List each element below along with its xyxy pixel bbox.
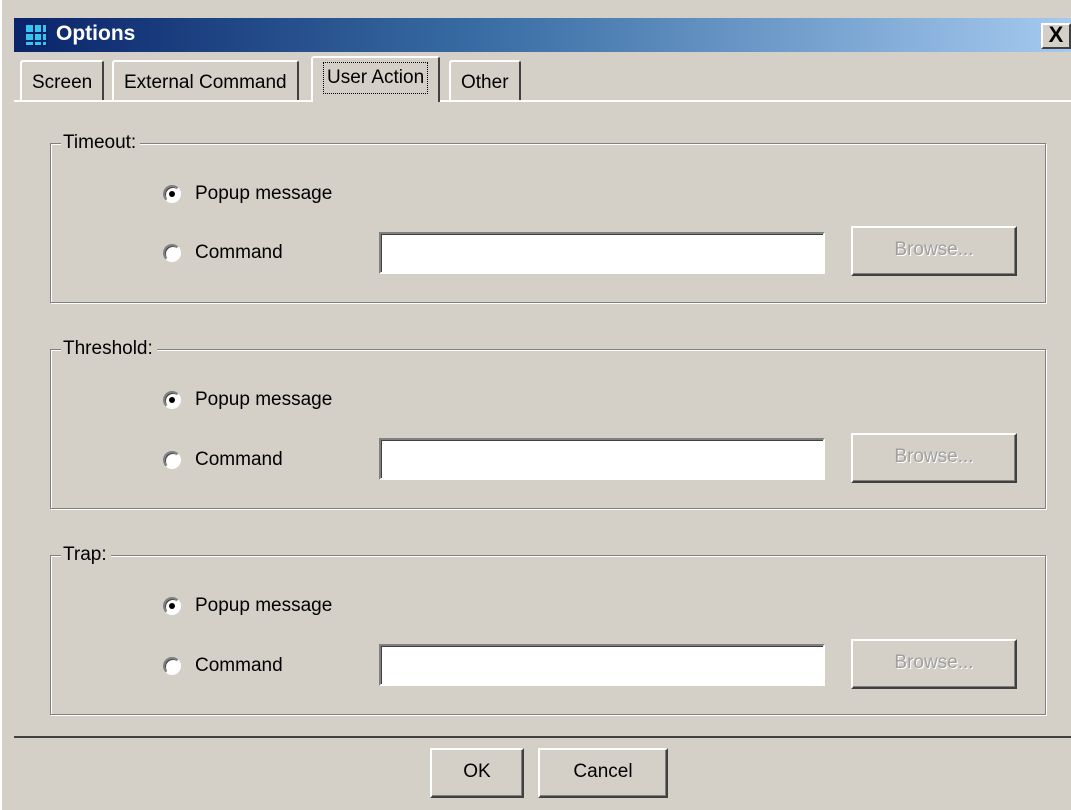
trap-command-input[interactable] (379, 644, 825, 686)
radio-label: Popup message (195, 595, 333, 616)
tab-other[interactable]: Other (449, 60, 521, 100)
radio-checked-icon (163, 391, 181, 409)
group-legend: Trap: (61, 543, 111, 567)
tab-label: User Action (323, 62, 429, 94)
radio-unchecked-icon (163, 451, 181, 469)
radio-checked-icon (163, 185, 181, 203)
timeout-command-input[interactable] (379, 232, 825, 274)
radio-label: Command (195, 449, 283, 470)
threshold-group: Threshold: Popup message Command Browse.… (50, 337, 1046, 509)
tab-user-action[interactable]: User Action (311, 56, 441, 102)
ok-button[interactable]: OK (430, 748, 524, 798)
group-legend: Threshold: (61, 337, 157, 361)
radio-label: Popup message (195, 389, 333, 410)
window-title: Options (56, 22, 136, 45)
threshold-command-input[interactable] (379, 438, 825, 480)
tab-label: External Command (124, 72, 287, 93)
radio-label: Command (195, 242, 283, 263)
radio-unchecked-icon (163, 657, 181, 675)
close-icon: X (1048, 22, 1064, 47)
tab-label: Other (461, 72, 509, 93)
radio-checked-icon (163, 597, 181, 615)
tab-screen[interactable]: Screen (20, 60, 105, 100)
threshold-browse-button: Browse... (851, 433, 1017, 483)
tab-label: Screen (32, 72, 93, 93)
timeout-group: Timeout: Popup message Command Browse... (50, 131, 1046, 303)
cancel-button[interactable]: Cancel (538, 748, 668, 798)
radio-label: Command (195, 655, 283, 676)
trap-group: Trap: Popup message Command Browse... (50, 543, 1046, 715)
timeout-browse-button: Browse... (851, 226, 1017, 276)
trap-browse-button: Browse... (851, 639, 1017, 689)
close-button[interactable]: X (1041, 23, 1071, 49)
group-legend: Timeout: (61, 131, 141, 155)
options-dialog: Options X Screen External Command User A… (0, 0, 1071, 810)
tab-external-command[interactable]: External Command (112, 60, 299, 100)
title-bar[interactable]: Options X (14, 18, 1071, 52)
radio-label: Popup message (195, 183, 333, 204)
grid-app-icon (24, 23, 48, 47)
radio-unchecked-icon (163, 244, 181, 262)
